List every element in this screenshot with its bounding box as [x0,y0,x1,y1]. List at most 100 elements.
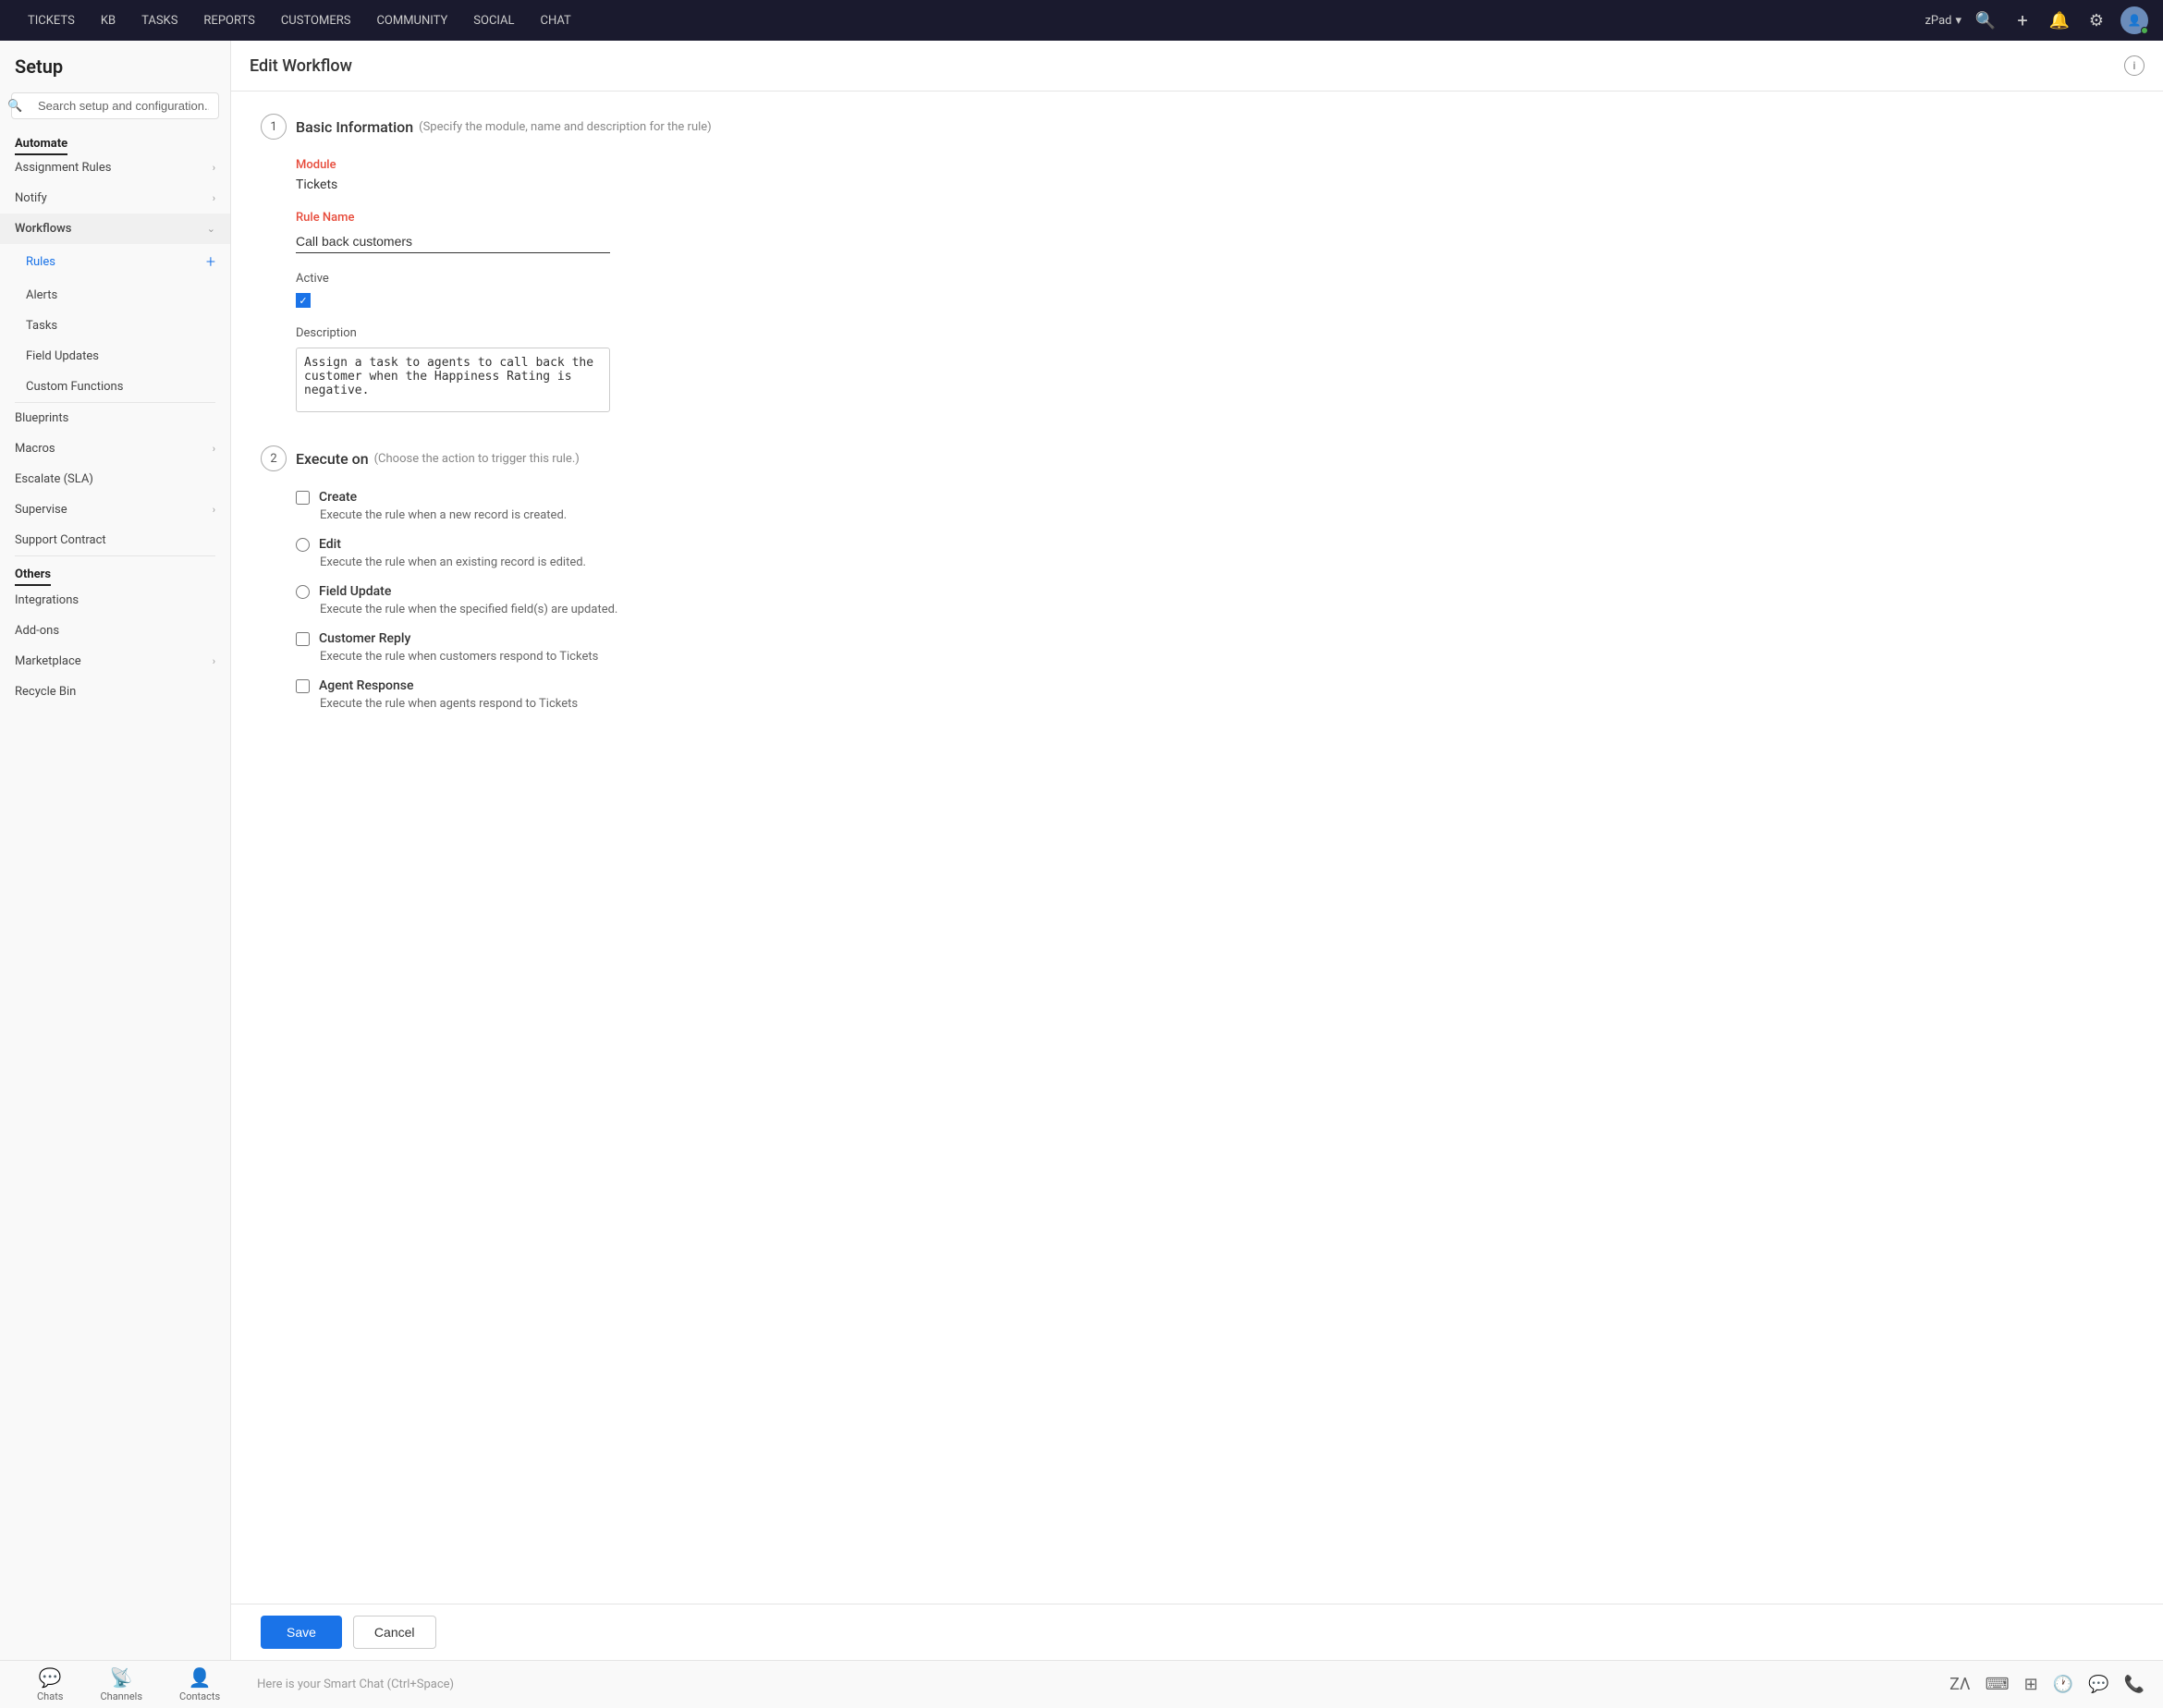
agent-response-desc: Execute the rule when agents respond to … [320,697,2133,711]
chevron-down-icon: ⌄ [207,223,215,235]
nav-reports[interactable]: REPORTS [190,0,267,41]
footer-tab-chats[interactable]: 💬 Chats [18,1663,81,1706]
agent-response-row: Agent Response [296,678,2133,693]
keyboard-icon[interactable]: ⌨ [1986,1675,2010,1694]
sidebar-item-marketplace[interactable]: Marketplace › [0,646,230,677]
section2-title-row: 2 Execute on (Choose the action to trigg… [261,445,2133,471]
field-update-radio[interactable] [296,585,310,599]
customer-reply-checkbox[interactable] [296,632,310,646]
field-update-row: Field Update [296,584,2133,599]
workflows-sub-items: Rules + Alerts Tasks Field Updates Custo… [0,244,230,402]
others-title: Others [0,556,230,585]
edit-radio[interactable] [296,538,310,552]
section1-title-row: 1 Basic Information (Specify the module,… [261,114,2133,140]
page-title: Edit Workflow [250,56,352,76]
module-value: Tickets [296,177,2133,192]
content-body: 1 Basic Information (Specify the module,… [231,92,2163,1604]
smart-chat-placeholder[interactable]: Here is your Smart Chat (Ctrl+Space) [257,1678,1949,1691]
sidebar-item-supervise[interactable]: Supervise › [0,494,230,525]
execute-option-field-update: Field Update Execute the rule when the s… [296,584,2133,616]
settings-icon[interactable]: ⚙ [2084,7,2109,33]
nav-community[interactable]: COMMUNITY [363,0,460,41]
create-row: Create [296,490,2133,505]
phone-icon[interactable]: 📞 [2124,1675,2145,1694]
customer-reply-desc: Execute the rule when customers respond … [320,650,2133,664]
channels-icon: 📡 [110,1666,133,1689]
execute-option-edit: Edit Execute the rule when an existing r… [296,537,2133,569]
section1-number: 1 [261,114,287,140]
section1-title: Basic Information [296,118,413,136]
chevron-right-icon: › [213,192,215,204]
sidebar-search-input[interactable] [11,92,219,119]
message-icon[interactable]: 💬 [2088,1675,2108,1694]
sidebar-item-escalate[interactable]: Escalate (SLA) [0,464,230,494]
active-label: Active [296,272,2133,286]
sidebar-item-add-ons[interactable]: Add-ons [0,616,230,646]
sidebar: Setup 🔍 Automate Assignment Rules › Noti… [0,41,231,1660]
automate-section-label: Automate [0,127,230,152]
create-desc: Execute the rule when a new record is cr… [320,508,2133,522]
top-navigation: TICKETS KB TASKS REPORTS CUSTOMERS COMMU… [0,0,2163,41]
zai-icon[interactable]: ZΛ [1949,1675,1971,1694]
rule-name-label: Rule Name [296,211,2133,225]
footer-tab-channels[interactable]: 📡 Channels [81,1663,161,1706]
cancel-button[interactable]: Cancel [353,1616,436,1649]
nav-tasks[interactable]: TASKS [128,0,190,41]
edit-desc: Execute the rule when an existing record… [320,555,2133,569]
description-label: Description [296,326,2133,340]
footer-right-icons: ZΛ ⌨ ⊞ 🕐 💬 📞 [1949,1675,2145,1694]
footer: 💬 Chats 📡 Channels 👤 Contacts Here is yo… [0,1660,2163,1708]
nav-social[interactable]: SOCIAL [460,0,527,41]
agent-response-checkbox[interactable] [296,679,310,693]
create-checkbox[interactable] [296,491,310,505]
contacts-icon: 👤 [189,1666,212,1689]
active-checkbox[interactable]: ✓ [296,293,311,308]
sidebar-item-assignment-rules[interactable]: Assignment Rules › [0,152,230,183]
sidebar-item-alerts[interactable]: Alerts [0,280,230,311]
info-icon[interactable]: i [2124,55,2145,76]
sidebar-item-field-updates[interactable]: Field Updates [0,341,230,372]
plus-icon[interactable]: + [2010,7,2035,33]
nav-kb[interactable]: KB [88,0,128,41]
sidebar-item-support-contract[interactable]: Support Contract [0,525,230,555]
nav-chat[interactable]: CHAT [528,0,584,41]
edit-row: Edit [296,537,2133,552]
module-field: Module Tickets [296,158,2133,192]
zpad-button[interactable]: zPad ▾ [1925,14,1961,28]
section-execute-on: 2 Execute on (Choose the action to trigg… [261,445,2133,711]
clock-icon[interactable]: 🕐 [2053,1675,2073,1694]
chevron-right-icon: › [213,504,215,516]
save-button[interactable]: Save [261,1616,342,1649]
sidebar-item-tasks[interactable]: Tasks [0,311,230,341]
create-label: Create [319,490,357,505]
active-field: Active ✓ [296,272,2133,308]
bottom-action-bar: Save Cancel [231,1604,2163,1660]
sidebar-item-macros[interactable]: Macros › [0,433,230,464]
chevron-right-icon: › [213,443,215,455]
search-icon[interactable]: 🔍 [1973,7,1998,33]
rules-add-icon[interactable]: + [206,252,215,272]
execute-option-create: Create Execute the rule when a new recor… [296,490,2133,522]
sidebar-title: Setup [0,41,230,85]
sidebar-item-custom-functions[interactable]: Custom Functions [0,372,230,402]
sidebar-item-workflows[interactable]: Workflows ⌄ [0,214,230,244]
notifications-icon[interactable]: 🔔 [2047,7,2072,33]
section2-number: 2 [261,445,287,471]
sidebar-item-recycle-bin[interactable]: Recycle Bin [0,677,230,707]
sidebar-item-blueprints[interactable]: Blueprints [0,403,230,433]
execute-option-agent-response: Agent Response Execute the rule when age… [296,678,2133,711]
nav-tickets[interactable]: TICKETS [15,0,88,41]
module-label: Module [296,158,2133,172]
description-textarea[interactable]: Assign a task to agents to call back the… [296,348,610,412]
nav-customers[interactable]: CUSTOMERS [268,0,364,41]
section2-subtitle: (Choose the action to trigger this rule.… [374,452,580,466]
footer-tab-contacts[interactable]: 👤 Contacts [161,1663,238,1706]
nav-items: TICKETS KB TASKS REPORTS CUSTOMERS COMMU… [15,0,1925,41]
sidebar-item-notify[interactable]: Notify › [0,183,230,214]
sidebar-item-integrations[interactable]: Integrations [0,585,230,616]
nav-right: zPad ▾ 🔍 + 🔔 ⚙ 👤 [1925,6,2148,34]
sidebar-item-rules[interactable]: Rules + [0,244,230,280]
rule-name-input[interactable] [296,230,610,253]
grid-icon[interactable]: ⊞ [2024,1675,2038,1694]
avatar[interactable]: 👤 [2120,6,2148,34]
